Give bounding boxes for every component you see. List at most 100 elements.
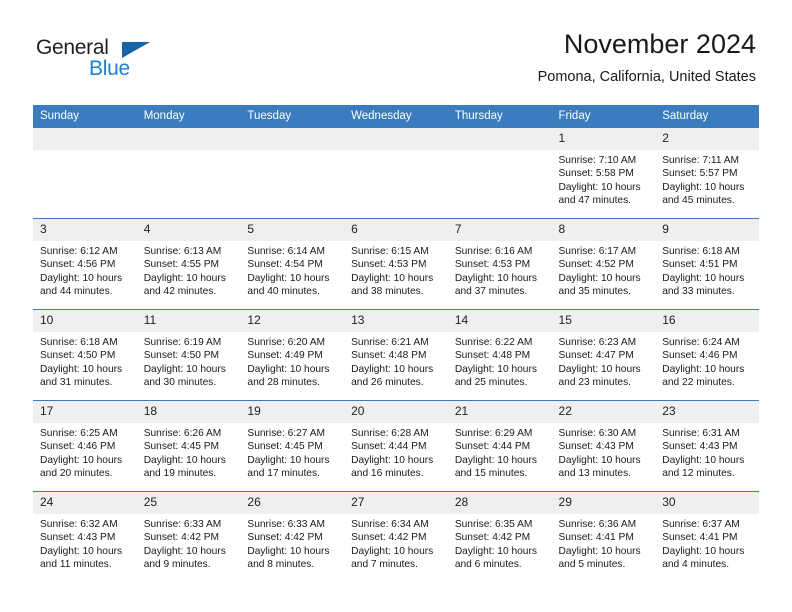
calendar-day-cell[interactable]: 30 Sunrise: 6:37 AM Sunset: 4:41 PM Dayligh…: [655, 491, 759, 582]
day-sun-info: Sunrise: 6:29 AM Sunset: 4:44 PM Daylight:…: [448, 423, 552, 481]
daylight-text: Daylight: 10 hours and 13 minutes.: [558, 454, 641, 480]
page-subtitle: Pomona, California, United States: [537, 69, 756, 85]
calendar-week-row: 3 Sunrise: 6:12 AM Sunset: 4:56 PM Daylight…: [33, 218, 759, 310]
sunrise-text: Sunrise: 6:27 AM: [247, 428, 325, 439]
day-number: 20: [344, 401, 448, 423]
weekday-header-friday: Friday: [551, 105, 656, 128]
sunrise-text: Sunrise: 6:31 AM: [662, 428, 740, 439]
calendar-day-cell[interactable]: 1 Sunrise: 7:10 AM Sunset: 5:58 PM Daylight…: [551, 128, 656, 219]
calendar-day-cell[interactable]: 22 Sunrise: 6:30 AM Sunset: 4:43 PM Dayligh…: [551, 400, 656, 492]
daylight-text: Daylight: 10 hours and 30 minutes.: [143, 363, 226, 389]
calendar-day-cell[interactable]: 13 Sunrise: 6:21 AM Sunset: 4:48 PM Dayligh…: [344, 309, 448, 401]
calendar-day-cell-empty: [240, 128, 345, 219]
day-sun-info: Sunrise: 6:17 AM Sunset: 4:52 PM Daylight:…: [552, 241, 656, 299]
day-number: 29: [551, 492, 656, 514]
daylight-text: Daylight: 10 hours and 11 minutes.: [40, 545, 123, 571]
calendar-day-cell[interactable]: 25 Sunrise: 6:33 AM Sunset: 4:42 PM Dayligh…: [136, 491, 241, 582]
day-number: 12: [240, 310, 345, 332]
daylight-text: Daylight: 10 hours and 40 minutes.: [247, 272, 330, 298]
calendar-day-cell[interactable]: 3 Sunrise: 6:12 AM Sunset: 4:56 PM Daylight…: [33, 218, 137, 310]
day-number: 13: [344, 310, 448, 332]
calendar-day-cell[interactable]: 7 Sunrise: 6:16 AM Sunset: 4:53 PM Daylight…: [447, 218, 552, 310]
day-number: 25: [136, 492, 241, 514]
sunrise-sunset-calendar: Sunday Monday Tuesday Wednesday Thursday…: [33, 105, 759, 582]
daylight-text: Daylight: 10 hours and 12 minutes.: [662, 454, 745, 480]
calendar-day-cell[interactable]: 21 Sunrise: 6:29 AM Sunset: 4:44 PM Dayligh…: [447, 400, 552, 492]
sunrise-text: Sunrise: 6:33 AM: [143, 519, 222, 530]
calendar-day-cell[interactable]: 23 Sunrise: 6:31 AM Sunset: 4:43 PM Dayligh…: [655, 400, 759, 492]
page-header: General Blue November 2024 Pomona, Calif…: [0, 0, 792, 85]
calendar-day-cell[interactable]: 9 Sunrise: 6:18 AM Sunset: 4:51 PM Daylight…: [655, 218, 759, 310]
day-sun-info: Sunrise: 6:14 AM Sunset: 4:54 PM Daylight:…: [240, 241, 344, 299]
calendar-day-cell[interactable]: 8 Sunrise: 6:17 AM Sunset: 4:52 PM Daylight…: [551, 218, 656, 310]
day-sun-info: Sunrise: 7:11 AM Sunset: 5:57 PM Daylight:…: [655, 150, 759, 208]
calendar-day-cell-empty: [447, 128, 552, 219]
calendar-day-cell[interactable]: 14 Sunrise: 6:22 AM Sunset: 4:48 PM Dayligh…: [447, 309, 552, 401]
calendar-day-cell[interactable]: 26 Sunrise: 6:33 AM Sunset: 4:42 PM Dayligh…: [240, 491, 345, 582]
daylight-text: Daylight: 10 hours and 9 minutes.: [143, 545, 226, 571]
day-number: 8: [551, 219, 656, 241]
day-sun-info: Sunrise: 6:23 AM Sunset: 4:47 PM Daylight:…: [552, 332, 656, 390]
day-number: 28: [447, 492, 552, 514]
calendar-day-cell-empty: [344, 128, 448, 219]
calendar-day-cell[interactable]: 2 Sunrise: 7:11 AM Sunset: 5:57 PM Daylight…: [655, 128, 759, 219]
daylight-text: Daylight: 10 hours and 35 minutes.: [558, 272, 641, 298]
daylight-text: Daylight: 10 hours and 37 minutes.: [454, 272, 537, 298]
calendar-day-cell[interactable]: 19 Sunrise: 6:27 AM Sunset: 4:45 PM Dayligh…: [240, 400, 345, 492]
weekday-header-sunday: Sunday: [33, 105, 137, 128]
day-number: [33, 128, 137, 150]
calendar-day-cell[interactable]: 28 Sunrise: 6:35 AM Sunset: 4:42 PM Dayligh…: [447, 491, 552, 582]
sunset-text: Sunset: 4:53 PM: [351, 259, 427, 271]
calendar-week-row: 1 Sunrise: 7:10 AM Sunset: 5:58 PM Daylight…: [33, 128, 759, 219]
daylight-text: Daylight: 10 hours and 6 minutes.: [454, 545, 537, 571]
general-blue-logo[interactable]: General Blue: [36, 36, 216, 84]
day-number: 14: [447, 310, 552, 332]
sunrise-text: Sunrise: 6:29 AM: [454, 428, 533, 439]
calendar-day-cell[interactable]: 11 Sunrise: 6:19 AM Sunset: 4:50 PM Dayligh…: [136, 309, 241, 401]
daylight-text: Daylight: 10 hours and 47 minutes.: [558, 181, 641, 207]
sunset-text: Sunset: 4:46 PM: [662, 350, 738, 362]
day-number: [344, 128, 448, 150]
day-sun-info: Sunrise: 6:25 AM Sunset: 4:46 PM Daylight:…: [33, 423, 137, 481]
sunrise-text: Sunrise: 6:36 AM: [558, 519, 637, 530]
sunset-text: Sunset: 4:48 PM: [454, 350, 531, 362]
sunset-text: Sunset: 4:52 PM: [558, 259, 634, 271]
calendar-day-cell-empty: [136, 128, 241, 219]
calendar-day-cell[interactable]: 12 Sunrise: 6:20 AM Sunset: 4:49 PM Dayligh…: [240, 309, 345, 401]
day-number: 3: [33, 219, 137, 241]
sunrise-text: Sunrise: 6:19 AM: [143, 337, 222, 348]
sunset-text: Sunset: 4:45 PM: [247, 441, 323, 453]
sunset-text: Sunset: 4:43 PM: [558, 441, 634, 453]
calendar-day-cell[interactable]: 27 Sunrise: 6:34 AM Sunset: 4:42 PM Dayligh…: [344, 491, 448, 582]
calendar-day-cell[interactable]: 5 Sunrise: 6:14 AM Sunset: 4:54 PM Daylight…: [240, 218, 345, 310]
day-sun-info: Sunrise: 6:19 AM Sunset: 4:50 PM Daylight:…: [137, 332, 241, 390]
calendar-day-cell[interactable]: 20 Sunrise: 6:28 AM Sunset: 4:44 PM Dayligh…: [344, 400, 448, 492]
calendar-day-cell[interactable]: 15 Sunrise: 6:23 AM Sunset: 4:47 PM Dayligh…: [551, 309, 656, 401]
calendar-day-cell[interactable]: 17 Sunrise: 6:25 AM Sunset: 4:46 PM Dayligh…: [33, 400, 137, 492]
day-sun-info: Sunrise: 6:37 AM Sunset: 4:41 PM Daylight:…: [655, 514, 759, 572]
sunrise-text: Sunrise: 6:14 AM: [247, 246, 325, 257]
calendar-day-cell[interactable]: 10 Sunrise: 6:18 AM Sunset: 4:50 PM Dayligh…: [33, 309, 137, 401]
calendar-day-cell[interactable]: 29 Sunrise: 6:36 AM Sunset: 4:41 PM Dayligh…: [551, 491, 656, 582]
sunset-text: Sunset: 4:42 PM: [247, 532, 323, 544]
calendar-day-cell[interactable]: 24 Sunrise: 6:32 AM Sunset: 4:43 PM Dayligh…: [33, 491, 137, 582]
sunset-text: Sunset: 4:44 PM: [351, 441, 427, 453]
day-number: 22: [551, 401, 656, 423]
sunset-text: Sunset: 4:44 PM: [454, 441, 531, 453]
calendar-day-cell[interactable]: 16 Sunrise: 6:24 AM Sunset: 4:46 PM Dayligh…: [655, 309, 759, 401]
day-number: [136, 128, 241, 150]
sunrise-text: Sunrise: 6:21 AM: [351, 337, 429, 348]
daylight-text: Daylight: 10 hours and 42 minutes.: [143, 272, 226, 298]
calendar-day-cell[interactable]: 4 Sunrise: 6:13 AM Sunset: 4:55 PM Daylight…: [136, 218, 241, 310]
sunset-text: Sunset: 4:42 PM: [143, 532, 220, 544]
day-sun-info: Sunrise: 6:15 AM Sunset: 4:53 PM Daylight:…: [344, 241, 448, 299]
sunrise-text: Sunrise: 6:20 AM: [247, 337, 325, 348]
day-number: 23: [655, 401, 759, 423]
calendar-day-cell[interactable]: 6 Sunrise: 6:15 AM Sunset: 4:53 PM Daylight…: [344, 218, 448, 310]
day-number: 16: [655, 310, 759, 332]
day-number: 6: [344, 219, 448, 241]
calendar-day-cell[interactable]: 18 Sunrise: 6:26 AM Sunset: 4:45 PM Dayligh…: [136, 400, 241, 492]
day-number: 27: [344, 492, 448, 514]
sunset-text: Sunset: 4:46 PM: [40, 441, 116, 453]
daylight-text: Daylight: 10 hours and 20 minutes.: [40, 454, 123, 480]
